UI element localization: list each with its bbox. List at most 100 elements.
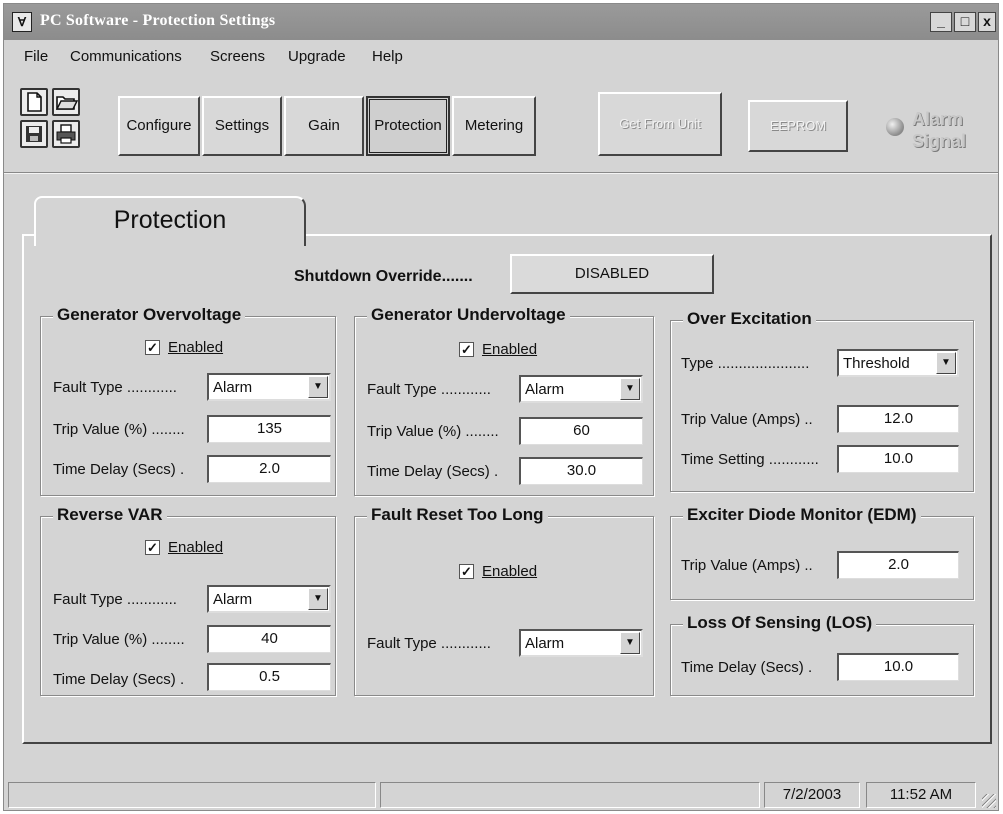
fault-type-label: Fault Type ............ bbox=[53, 379, 177, 396]
over-excitation-trip-value-input[interactable]: 12.0 bbox=[837, 405, 959, 433]
alarm-led-indicator bbox=[886, 118, 904, 136]
reverse-var-time-delay-input[interactable]: 0.5 bbox=[207, 663, 331, 691]
select-value: Alarm bbox=[525, 381, 565, 398]
enabled-label: Enabled bbox=[168, 539, 224, 556]
status-panel bbox=[380, 782, 760, 808]
close-button[interactable]: x bbox=[978, 12, 996, 32]
trip-value-label: Trip Value (%) ........ bbox=[367, 423, 499, 440]
status-bar: 7/2/2003 11:52 AM bbox=[4, 780, 998, 810]
chevron-down-icon[interactable]: ▼ bbox=[308, 588, 328, 610]
los-group: Loss Of Sensing (LOS) Time Delay (Secs) … bbox=[670, 613, 974, 696]
group-title: Reverse VAR bbox=[53, 505, 167, 525]
over-excitation-type-select[interactable]: Threshold ▼ bbox=[837, 349, 959, 377]
title-bar[interactable]: Ɐ PC Software - Protection Settings _ □ … bbox=[4, 4, 998, 40]
toolbar-divider bbox=[4, 172, 998, 174]
overvoltage-fault-type-select[interactable]: Alarm ▼ bbox=[207, 373, 331, 401]
fault-type-label: Fault Type ............ bbox=[367, 635, 491, 652]
checkmark-icon: ✓ bbox=[145, 340, 160, 355]
group-title: Exciter Diode Monitor (EDM) bbox=[683, 505, 921, 525]
time-delay-label: Time Delay (Secs) . bbox=[53, 461, 185, 478]
reverse-var-fault-type-select[interactable]: Alarm ▼ bbox=[207, 585, 331, 613]
eeprom-button[interactable]: EEPROM bbox=[748, 100, 848, 152]
reverse-var-trip-value-input[interactable]: 40 bbox=[207, 625, 331, 653]
chevron-down-icon[interactable]: ▼ bbox=[308, 376, 328, 398]
chevron-down-icon[interactable]: ▼ bbox=[620, 632, 640, 654]
group-title: Fault Reset Too Long bbox=[367, 505, 548, 525]
fault-reset-group: Fault Reset Too Long ✓ Enabled Fault Typ… bbox=[354, 505, 654, 696]
undervoltage-time-delay-input[interactable]: 30.0 bbox=[519, 457, 643, 485]
menu-help[interactable]: Help bbox=[372, 48, 403, 65]
undervoltage-trip-value-input[interactable]: 60 bbox=[519, 417, 643, 445]
overvoltage-time-delay-input[interactable]: 2.0 bbox=[207, 455, 331, 483]
app-logo-icon: Ɐ bbox=[12, 12, 32, 32]
over-excitation-group: Over Excitation Type ...................… bbox=[670, 309, 974, 492]
edm-trip-value-input[interactable]: 2.0 bbox=[837, 551, 959, 579]
shutdown-override-label: Shutdown Override....... bbox=[294, 268, 473, 285]
time-setting-label: Time Setting ............ bbox=[681, 451, 819, 468]
print-icon[interactable] bbox=[52, 120, 80, 148]
generator-overvoltage-group: Generator Overvoltage ✓ Enabled Fault Ty… bbox=[40, 305, 336, 496]
protection-button[interactable]: Protection bbox=[366, 96, 450, 156]
gain-button[interactable]: Gain bbox=[284, 96, 364, 156]
status-date: 7/2/2003 bbox=[764, 782, 860, 808]
undervoltage-fault-type-select[interactable]: Alarm ▼ bbox=[519, 375, 643, 403]
fault-reset-enabled-checkbox[interactable]: ✓ Enabled bbox=[459, 563, 537, 580]
over-excitation-time-setting-input[interactable]: 10.0 bbox=[837, 445, 959, 473]
resize-grip-icon[interactable] bbox=[982, 794, 996, 808]
metering-button[interactable]: Metering bbox=[452, 96, 536, 156]
shutdown-override-button[interactable]: DISABLED bbox=[510, 254, 714, 294]
time-delay-label: Time Delay (Secs) . bbox=[53, 671, 185, 688]
tab-protection[interactable]: Protection bbox=[34, 196, 306, 246]
status-time: 11:52 AM bbox=[866, 782, 976, 808]
status-panel bbox=[8, 782, 376, 808]
group-title: Generator Undervoltage bbox=[367, 305, 570, 325]
time-delay-label: Time Delay (Secs) . bbox=[367, 463, 499, 480]
menu-file[interactable]: File bbox=[24, 48, 48, 65]
checkmark-icon: ✓ bbox=[145, 540, 160, 555]
generator-undervoltage-group: Generator Undervoltage ✓ Enabled Fault T… bbox=[354, 305, 654, 496]
save-disk-icon[interactable] bbox=[20, 120, 48, 148]
menu-bar: File Communications Screens Upgrade Help bbox=[4, 42, 998, 70]
overvoltage-trip-value-input[interactable]: 135 bbox=[207, 415, 331, 443]
window-title: PC Software - Protection Settings bbox=[40, 12, 276, 29]
group-title: Over Excitation bbox=[683, 309, 816, 329]
overvoltage-enabled-checkbox[interactable]: ✓ Enabled bbox=[145, 339, 223, 356]
alarm-signal-label: Alarm Signal bbox=[912, 109, 967, 151]
settings-button[interactable]: Settings bbox=[202, 96, 282, 156]
trip-value-label: Trip Value (Amps) .. bbox=[681, 411, 813, 428]
enabled-label: Enabled bbox=[482, 563, 538, 580]
fault-reset-fault-type-select[interactable]: Alarm ▼ bbox=[519, 629, 643, 657]
maximize-button[interactable]: □ bbox=[954, 12, 976, 32]
select-value: Alarm bbox=[213, 379, 253, 396]
group-title: Generator Overvoltage bbox=[53, 305, 246, 325]
checkmark-icon: ✓ bbox=[459, 342, 474, 357]
reverse-var-enabled-checkbox[interactable]: ✓ Enabled bbox=[145, 539, 223, 556]
enabled-label: Enabled bbox=[168, 339, 224, 356]
type-label: Type ...................... bbox=[681, 355, 810, 372]
select-value: Alarm bbox=[213, 591, 253, 608]
edm-group: Exciter Diode Monitor (EDM) Trip Value (… bbox=[670, 505, 974, 600]
app-window: Ɐ PC Software - Protection Settings _ □ … bbox=[3, 3, 999, 811]
trip-value-label: Trip Value (%) ........ bbox=[53, 421, 185, 438]
configure-button[interactable]: Configure bbox=[118, 96, 200, 156]
trip-value-label: Trip Value (Amps) .. bbox=[681, 557, 813, 574]
menu-screens[interactable]: Screens bbox=[210, 48, 265, 65]
los-time-delay-input[interactable]: 10.0 bbox=[837, 653, 959, 681]
new-file-icon[interactable] bbox=[20, 88, 48, 116]
group-title: Loss Of Sensing (LOS) bbox=[683, 613, 877, 633]
get-from-unit-button[interactable]: Get From Unit bbox=[598, 92, 722, 156]
select-value: Alarm bbox=[525, 635, 565, 652]
chevron-down-icon[interactable]: ▼ bbox=[620, 378, 640, 400]
open-folder-icon[interactable] bbox=[52, 88, 80, 116]
minimize-button[interactable]: _ bbox=[930, 12, 952, 32]
trip-value-label: Trip Value (%) ........ bbox=[53, 631, 185, 648]
fault-type-label: Fault Type ............ bbox=[367, 381, 491, 398]
menu-upgrade[interactable]: Upgrade bbox=[288, 48, 346, 65]
reverse-var-group: Reverse VAR ✓ Enabled Fault Type .......… bbox=[40, 505, 336, 696]
time-delay-label: Time Delay (Secs) . bbox=[681, 659, 813, 676]
fault-type-label: Fault Type ............ bbox=[53, 591, 177, 608]
undervoltage-enabled-checkbox[interactable]: ✓ Enabled bbox=[459, 341, 537, 358]
chevron-down-icon[interactable]: ▼ bbox=[936, 352, 956, 374]
toolbar: Configure Settings Gain Protection Meter… bbox=[4, 72, 998, 172]
menu-communications[interactable]: Communications bbox=[70, 48, 182, 65]
